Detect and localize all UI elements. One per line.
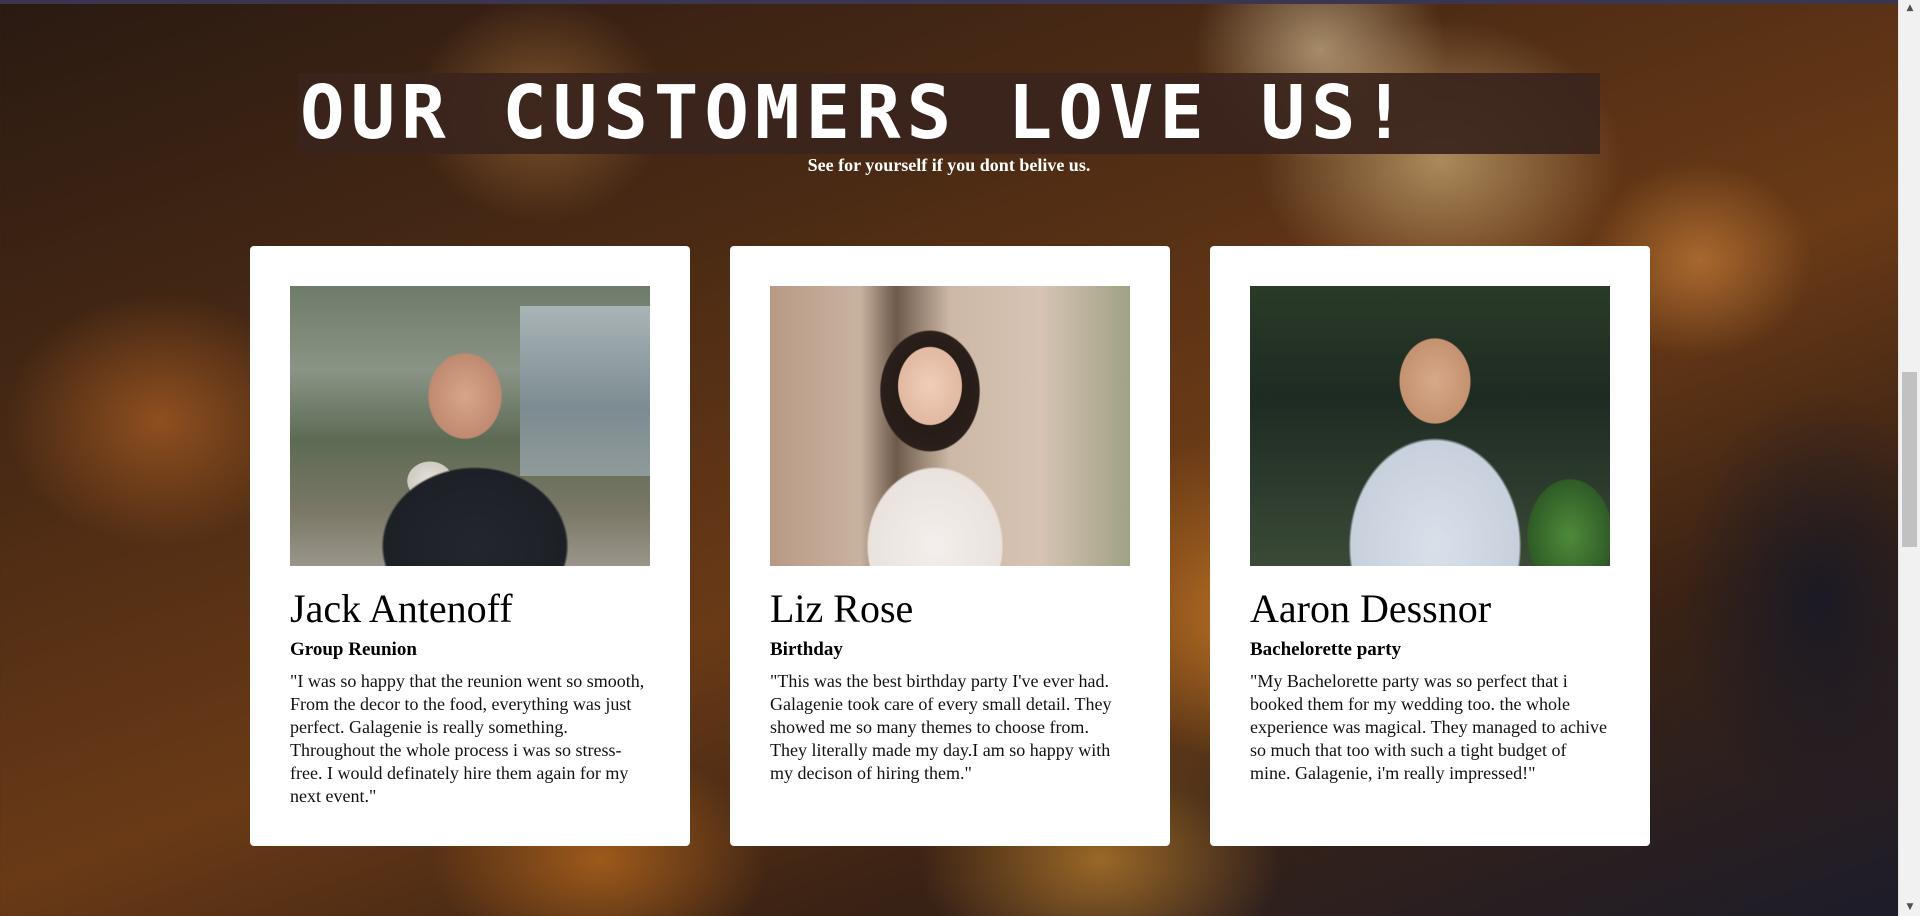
heading-part: USTOMERS LOVE US xyxy=(552,70,1362,156)
customer-photo xyxy=(1250,286,1610,566)
scroll-down-icon[interactable]: ▼ xyxy=(1899,899,1920,916)
heading-part: O xyxy=(300,70,351,156)
scroll-up-icon[interactable]: ▲ xyxy=(1899,0,1920,17)
heading-part: ! xyxy=(1361,70,1413,156)
event-type: Bachelorette party xyxy=(1250,639,1402,660)
testimonial-card: Aaron Dessnor Bachelorette party "My Bac… xyxy=(1210,246,1650,846)
vertical-scrollbar[interactable]: ▲ ▼ xyxy=(1898,0,1920,916)
testimonial-card: Jack Antenoff Group Reunion "I was so ha… xyxy=(250,246,690,846)
customer-photo xyxy=(770,286,1130,566)
customer-name: Jack Antenoff xyxy=(290,586,513,631)
scrollbar-thumb[interactable] xyxy=(1902,372,1917,547)
top-edge-strip xyxy=(0,0,1898,4)
testimonial-quote: "My Bachelorette party was so perfect th… xyxy=(1250,671,1608,783)
heading-part: UR xyxy=(350,70,503,156)
customer-name: Aaron Dessnor xyxy=(1250,586,1492,631)
event-type: Group Reunion xyxy=(290,639,417,660)
heading-part: C xyxy=(502,70,553,156)
section-heading: OUR CUSTOMERS LOVE US! xyxy=(298,73,1602,154)
customer-name: Liz Rose xyxy=(770,586,914,631)
testimonial-card: Liz Rose Birthday "This was the best bir… xyxy=(730,246,1170,846)
event-type: Birthday xyxy=(770,639,843,660)
testimonial-quote: "I was so happy that the reunion went so… xyxy=(290,671,645,806)
section-subtitle: See for yourself if you dont belive us. xyxy=(807,155,1091,175)
customer-photo xyxy=(290,286,650,566)
testimonial-quote: "This was the best birthday party I've e… xyxy=(770,671,1112,783)
section-heading-background: OUR CUSTOMERS LOVE US! xyxy=(298,73,1600,154)
